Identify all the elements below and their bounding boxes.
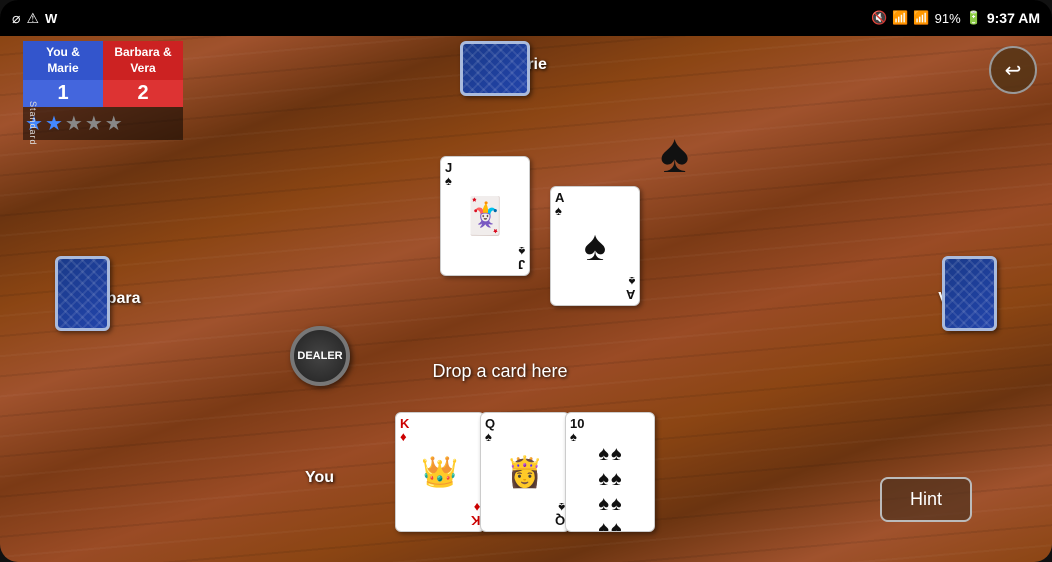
card-jack-spades[interactable]: J♠ 🃏 J♠ bbox=[440, 156, 530, 276]
star-5: ★ bbox=[105, 111, 123, 136]
card-rank-bottom: A♠ bbox=[626, 275, 635, 301]
team1-name: You &Marie bbox=[23, 41, 103, 80]
stars-row: ★ ★ ★ ★ ★ bbox=[23, 107, 183, 140]
ten-pips: ♠♠ ♠♠ ♠♠ ♠♠ ♠♠ bbox=[598, 443, 621, 532]
card-rank-top: Q♠ bbox=[485, 417, 495, 443]
star-2: ★ bbox=[45, 111, 63, 136]
player-bottom-label: You bbox=[305, 469, 334, 487]
queen-figure: 👸 bbox=[506, 455, 543, 490]
settings-button[interactable]: ↩ bbox=[989, 46, 1037, 94]
warning-icon: ⚠ bbox=[26, 10, 39, 27]
card-face-center: 🃏 bbox=[445, 187, 525, 245]
team2-name: Barbara &Vera bbox=[103, 41, 183, 80]
wifi-icon: 📶 bbox=[892, 10, 908, 26]
card-queen-spades[interactable]: Q♠ 👸 Q♠ bbox=[480, 412, 570, 532]
star-3: ★ bbox=[65, 111, 83, 136]
usb-icon: ⌀ bbox=[12, 10, 20, 27]
card-right-facedown bbox=[942, 256, 997, 331]
card-top-facedown bbox=[460, 41, 530, 96]
hint-button[interactable]: Hint bbox=[880, 477, 972, 522]
card-rank-top: K♦ bbox=[400, 417, 409, 443]
card-ten-spades[interactable]: 10♠ ♠♠ ♠♠ ♠♠ ♠♠ ♠♠ 10♠ bbox=[565, 412, 655, 532]
mute-icon: 🔇 bbox=[871, 10, 887, 26]
scoreboard: Standard You &Marie Barbara &Vera 1 2 ★ … bbox=[5, 41, 183, 140]
standard-label: Standard bbox=[28, 101, 38, 146]
card-face-center: ♠ bbox=[555, 217, 635, 275]
status-left-icons: ⌀ ⚠ W bbox=[12, 10, 57, 27]
king-figure: 👑 bbox=[421, 455, 458, 490]
status-bar: ⌀ ⚠ W 🔇 📶 📶 91% 🔋 9:37 AM bbox=[0, 0, 1052, 36]
drop-zone-text: Drop a card here bbox=[432, 361, 567, 382]
card-ace-spades[interactable]: A♠ ♠ A♠ bbox=[550, 186, 640, 306]
ace-suit: ♠ bbox=[584, 225, 606, 267]
battery-level: 91% bbox=[935, 11, 961, 26]
w-icon: W bbox=[45, 11, 57, 26]
battery-icon: 🔋 bbox=[966, 10, 982, 26]
card-face-center: 👸 bbox=[485, 443, 565, 501]
dealer-chip-label: DEALER bbox=[297, 350, 342, 362]
drop-zone[interactable]: Drop a card here bbox=[390, 346, 610, 396]
settings-icon: ↩ bbox=[1005, 58, 1022, 83]
card-face-center: ♠♠ ♠♠ ♠♠ ♠♠ ♠♠ bbox=[570, 443, 650, 532]
card-rank-top: J♠ bbox=[445, 161, 452, 187]
dealer-chip: DEALER bbox=[290, 326, 350, 386]
device-frame: ⌀ ⚠ W 🔇 📶 📶 91% 🔋 9:37 AM Standard You &… bbox=[0, 0, 1052, 562]
card-face-center: 👑 bbox=[400, 443, 480, 501]
card-rank-bottom: K♦ bbox=[471, 501, 480, 527]
jack-figure: 🃏 bbox=[463, 198, 508, 234]
status-right-info: 🔇 📶 📶 91% 🔋 9:37 AM bbox=[871, 10, 1040, 26]
card-rank-top: A♠ bbox=[555, 191, 564, 217]
score-teams: You &Marie Barbara &Vera bbox=[23, 41, 183, 80]
game-area: Standard You &Marie Barbara &Vera 1 2 ★ … bbox=[0, 36, 1052, 562]
clock: 9:37 AM bbox=[987, 10, 1040, 26]
card-rank-top: 10♠ bbox=[570, 417, 584, 443]
team2-score: 2 bbox=[103, 80, 183, 107]
card-rank-bottom: Q♠ bbox=[555, 501, 565, 527]
card-rank-bottom: J♠ bbox=[518, 245, 525, 271]
signal-icon: 📶 bbox=[913, 10, 929, 26]
marie-spade-symbol: ♠ bbox=[660, 121, 689, 185]
star-4: ★ bbox=[85, 111, 103, 136]
card-king-diamonds[interactable]: K♦ 👑 K♦ bbox=[395, 412, 485, 532]
card-left-facedown bbox=[55, 256, 110, 331]
